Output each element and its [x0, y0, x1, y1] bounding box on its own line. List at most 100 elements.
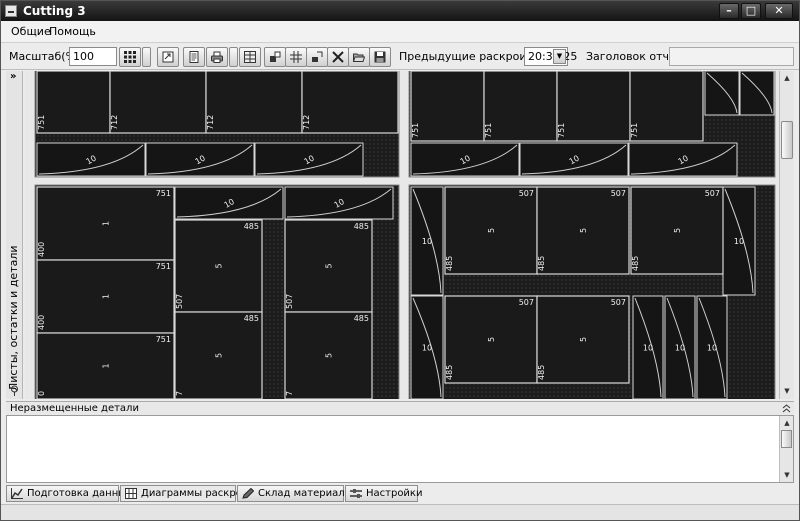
title-bar[interactable]: Cutting 3 – □ ✕ [1, 1, 799, 21]
print-button[interactable] [206, 47, 228, 67]
grid-icon [125, 488, 137, 499]
zoom-page-icon [162, 51, 174, 63]
part-id-label: 1 [102, 363, 111, 368]
maximize-button[interactable]: □ [741, 3, 761, 19]
part-height-label: 485 [445, 365, 454, 380]
tab-cutting-diagrams[interactable]: Диаграммы раскроя [120, 485, 248, 502]
scroll-up-icon[interactable]: ▲ [781, 72, 793, 84]
collapse-panel-icon[interactable] [782, 404, 791, 413]
previous-cuts-select[interactable]: 20:33:25 ▼ [524, 47, 577, 66]
part-rect [205, 71, 303, 134]
part-id-label: 5 [487, 228, 496, 233]
part-rect [410, 71, 485, 142]
part-width-label: 751 [156, 335, 171, 344]
grid-view-button[interactable] [119, 47, 141, 67]
offcut-strip [704, 71, 740, 116]
delete-button[interactable] [327, 47, 349, 67]
cutting-diagram[interactable]: 10 10 10 10 10 1010 1010 1010 10 10 10751 712 712 712… [25, 71, 779, 399]
part-width-label: 751 [156, 262, 171, 271]
tab-label: Настройки [366, 488, 423, 499]
part-height-label: 485 [537, 365, 546, 380]
layout-button[interactable] [239, 47, 261, 67]
save-button[interactable] [369, 47, 391, 67]
grid-view-dropdown[interactable] [142, 47, 151, 67]
system-menu-icon[interactable] [5, 5, 17, 17]
strip-label: 10 [422, 344, 432, 353]
part-id-label: 5 [579, 228, 588, 233]
expand-panel-icon[interactable]: » [10, 71, 16, 82]
part-width-label: 485 [244, 222, 259, 231]
part-width-label: 507 [519, 298, 534, 307]
scroll-down-icon[interactable]: ▼ [781, 469, 793, 481]
unplaced-parts-header: Неразмещенные детали [6, 401, 794, 415]
tab-settings[interactable]: Настройки [345, 485, 422, 502]
side-panel-label: Листы, остатки и детали [7, 245, 20, 391]
part-height-label: 400 [37, 315, 46, 330]
part-rect [556, 71, 631, 142]
part-rect [36, 71, 111, 134]
part-height-label: 712 [110, 115, 119, 130]
strip-label: 10 [734, 237, 744, 246]
report-title-input[interactable] [669, 47, 794, 66]
tab-label: Подготовка данных [27, 488, 133, 499]
part-height-label: 400 [37, 242, 46, 257]
part-height-label: 485 [631, 256, 640, 271]
part-rect [483, 71, 558, 142]
rotate-button[interactable] [306, 47, 328, 67]
menu-bar: Общие Помощь [1, 21, 799, 43]
chevron-down-icon[interactable]: ▼ [553, 49, 566, 64]
part-rect [301, 71, 399, 134]
pin-icon[interactable] [9, 385, 20, 396]
scroll-up-icon[interactable]: ▲ [781, 417, 793, 429]
part-width-label: 507 [611, 189, 626, 198]
open-button[interactable] [348, 47, 370, 67]
scale-input[interactable]: 100 [69, 47, 117, 66]
align-button[interactable] [264, 47, 286, 67]
diagram-vertical-scrollbar[interactable]: ▲ ▼ [779, 71, 794, 399]
part-width-label: 485 [244, 314, 259, 323]
offcut-strip [739, 71, 775, 116]
strip-label: 10 [422, 237, 432, 246]
distribute-button[interactable] [285, 47, 307, 67]
tab-data-preparation[interactable]: Подготовка данных [6, 485, 132, 502]
pencil-icon [242, 488, 254, 499]
toolbar: Масштаб(%) 100 Предыдущие раскрои ▼ Заго… [1, 44, 799, 70]
report-button[interactable] [183, 47, 205, 67]
part-width-label: 485 [354, 222, 369, 231]
scrollbar-thumb[interactable] [781, 430, 792, 448]
part-id-label: 5 [325, 263, 334, 268]
menu-general[interactable]: Общие [11, 25, 51, 38]
part-height-label: 751 [37, 115, 46, 130]
scroll-down-icon[interactable]: ▼ [781, 385, 793, 397]
cutting-diagram-area[interactable]: 10 10 10 10 10 10 10 10 10 10 10 10 10 10 751 712 712 712… [25, 71, 779, 399]
unplaced-parts-list[interactable]: ▲ ▼ [6, 415, 794, 483]
menu-help[interactable]: Помощь [49, 25, 96, 38]
part-height-label: 507 [175, 294, 184, 309]
align-icon [270, 51, 281, 62]
close-button[interactable]: ✕ [765, 3, 793, 19]
part-height-label: 712 [206, 115, 215, 130]
chart-icon [11, 488, 23, 499]
strip-label: 10 [675, 344, 685, 353]
part-width-label: 751 [156, 189, 171, 198]
document-icon [189, 51, 199, 63]
unplaced-parts-scrollbar[interactable]: ▲ ▼ [779, 416, 793, 482]
previous-cuts-label: Предыдущие раскрои [399, 50, 527, 63]
minimize-button[interactable]: – [719, 3, 739, 19]
print-dropdown[interactable] [229, 47, 238, 67]
part-height-label: 507 [285, 294, 294, 309]
side-panel-tab[interactable]: » Листы, остатки и детали [6, 71, 23, 399]
part-id-label: 5 [487, 337, 496, 342]
rotate-icon [312, 51, 323, 62]
strip-label: 10 [643, 344, 653, 353]
tab-materials-warehouse[interactable]: Склад материалов [237, 485, 357, 502]
app-window: Cutting 3 – □ ✕ Общие Помощь Масштаб(%) … [0, 0, 800, 521]
part-rect [109, 71, 207, 134]
part-id-label: 1 [102, 294, 111, 299]
part-height-label: 751 [411, 123, 420, 138]
tab-label: Склад материалов [258, 488, 357, 499]
zoom-fit-button[interactable] [157, 47, 179, 67]
part-height-label: 485 [445, 256, 454, 271]
scrollbar-thumb[interactable] [781, 121, 793, 159]
part-id-label: 5 [673, 228, 682, 233]
